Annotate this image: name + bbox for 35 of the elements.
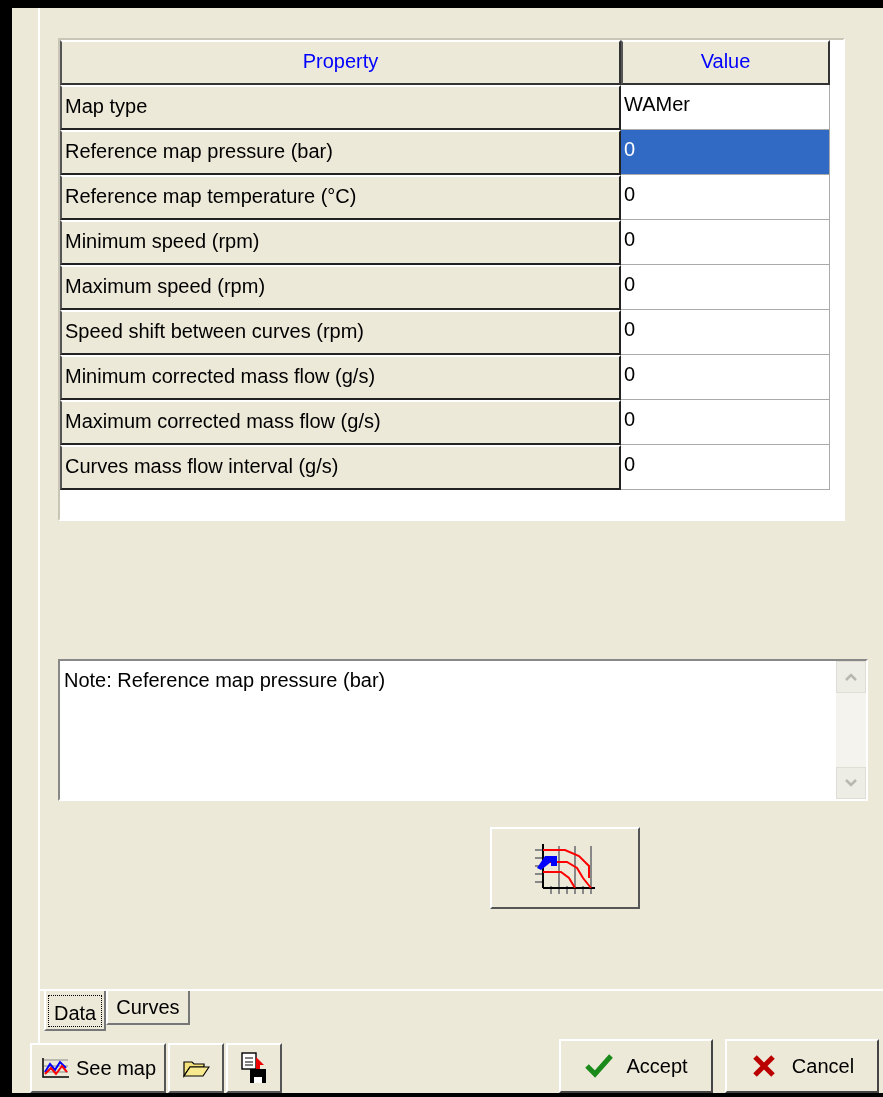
value-cell[interactable]: 0 bbox=[621, 400, 830, 445]
value-cell[interactable]: 0 bbox=[621, 220, 830, 265]
line-chart-icon bbox=[40, 1056, 70, 1080]
open-folder-button[interactable] bbox=[168, 1043, 225, 1093]
value-cell[interactable]: 0 bbox=[621, 265, 830, 310]
property-cell: Minimum corrected mass flow (g/s) bbox=[60, 355, 621, 400]
property-cell: Maximum corrected mass flow (g/s) bbox=[60, 400, 621, 445]
value-cell[interactable]: 0 bbox=[621, 310, 830, 355]
value-cell[interactable]: 0 bbox=[621, 175, 830, 220]
save-button[interactable] bbox=[226, 1043, 283, 1093]
property-cell: Reference map temperature (°C) bbox=[60, 175, 621, 220]
property-cell: Maximum speed (rpm) bbox=[60, 265, 621, 310]
property-cell: Reference map pressure (bar) bbox=[60, 130, 621, 175]
cancel-button[interactable]: Cancel bbox=[725, 1039, 879, 1093]
tab[interactable]: Data bbox=[44, 991, 107, 1031]
chevron-down-icon bbox=[844, 778, 858, 788]
value-cell[interactable]: 0 bbox=[621, 130, 830, 175]
map-chart-button[interactable] bbox=[490, 827, 640, 909]
value-cell[interactable]: 0 bbox=[621, 445, 830, 490]
chevron-up-icon bbox=[844, 672, 858, 683]
property-cell: Map type bbox=[60, 85, 621, 130]
folder-icon bbox=[182, 1058, 211, 1078]
check-icon bbox=[584, 1052, 615, 1080]
property-cell: Curves mass flow interval (g/s) bbox=[60, 445, 621, 490]
property-cell: Speed shift between curves (rpm) bbox=[60, 310, 621, 355]
accept-button[interactable]: Accept bbox=[559, 1039, 713, 1093]
floppy-disk-icon bbox=[240, 1051, 269, 1085]
see-map-button[interactable]: See map bbox=[30, 1043, 167, 1093]
note-text: Note: Reference map pressure (bar) bbox=[63, 668, 387, 694]
column-header[interactable]: Property bbox=[60, 40, 621, 85]
value-cell[interactable]: WAMer bbox=[621, 85, 830, 130]
tab[interactable]: Curves bbox=[106, 991, 190, 1025]
property-cell: Minimum speed (rpm) bbox=[60, 220, 621, 265]
column-header[interactable]: Value bbox=[621, 40, 830, 85]
value-cell[interactable]: 0 bbox=[621, 355, 830, 400]
